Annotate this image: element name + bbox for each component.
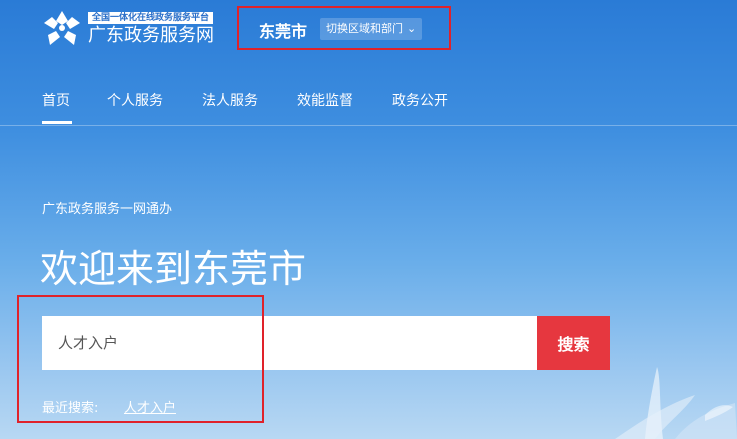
recent-search-item[interactable]: 人才入户	[124, 397, 176, 416]
nav-item-legal-entity-services[interactable]: 法人服务	[202, 90, 258, 110]
search-input[interactable]	[42, 316, 537, 370]
switch-region-button[interactable]: 切换区域和部门 ⌄	[320, 18, 423, 40]
brand-tagline: 全国一体化在线政务服务平台	[88, 12, 214, 24]
switch-region-label: 切换区域和部门	[326, 22, 403, 35]
brand-name[interactable]: 广东政务服务网	[88, 25, 214, 47]
nav-item-government-affairs[interactable]: 政务公开	[392, 90, 448, 110]
hero-subtitle: 广东政务服务一网通办	[42, 202, 173, 217]
region-selector: 东莞市 切换区域和部门 ⌄	[237, 6, 451, 50]
top-bar: 全国一体化在线政务服务平台 广东政务服务网 东莞市 切换区域和部门 ⌄	[0, 0, 737, 60]
nav-item-efficiency-supervision[interactable]: 效能监督	[297, 90, 353, 110]
main-nav: 首页 个人服务 法人服务 效能监督 政务公开	[0, 80, 737, 124]
recent-search-label: 最近搜索:	[42, 401, 99, 416]
nav-active-indicator	[42, 121, 72, 124]
hero-headline: 欢迎来到东莞市	[40, 247, 307, 291]
guangdong-logo-icon[interactable]	[42, 9, 82, 47]
nav-item-personal-services[interactable]: 个人服务	[107, 90, 163, 110]
chevron-down-icon: ⌄	[407, 22, 417, 35]
nav-divider	[0, 125, 737, 126]
current-region: 东莞市	[259, 22, 308, 41]
nav-item-home[interactable]: 首页	[42, 90, 70, 110]
sculpture-decoration	[615, 367, 737, 439]
